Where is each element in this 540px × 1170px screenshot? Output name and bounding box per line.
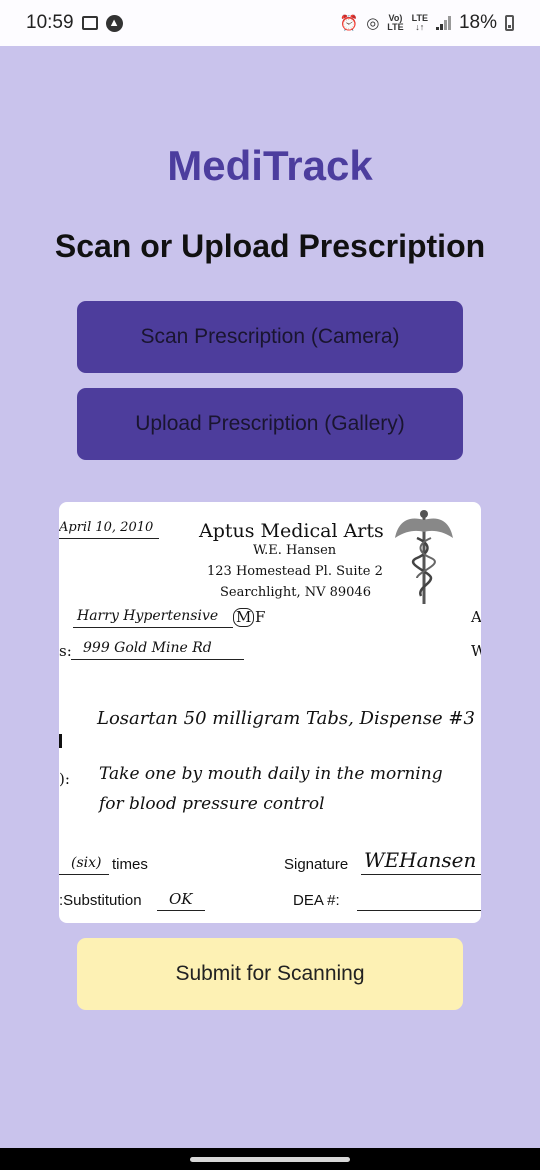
status-right: ⏰ ◎ Vo) LTE LTE ↓↑ 18% — [339, 12, 514, 34]
rx-practice-name: Aptus Medical Arts — [199, 520, 384, 542]
upload-prescription-button[interactable]: Upload Prescription (Gallery) — [77, 388, 463, 460]
lte-indicator: LTE ↓↑ — [412, 14, 428, 32]
screen-heading: Scan or Upload Prescription — [54, 228, 486, 264]
rx-date: April 10, 2010 — [59, 520, 154, 535]
gallery-notification-icon — [81, 16, 98, 30]
rx-sig-line2: for blood pressure control — [99, 794, 325, 814]
rx-dea-label: DEA #: — [293, 892, 340, 909]
submit-for-scanning-button[interactable]: Submit for Scanning — [77, 938, 463, 1010]
alarm-icon: ⏰ — [339, 15, 359, 32]
app-notification-icon: ▲ — [105, 14, 123, 32]
rx-dea-underline — [357, 910, 481, 911]
lte-arrows-text: ↓↑ — [415, 22, 425, 32]
navigation-bar — [0, 1148, 540, 1170]
rx-refill-count: (six) — [71, 855, 102, 871]
app-title: MediTrack — [167, 142, 373, 189]
scan-button-label: Scan Prescription (Camera) — [140, 325, 400, 348]
rx-address-prefix: s: — [59, 642, 72, 660]
rx-times-label: times — [112, 856, 148, 873]
rx-sig-prefix: ): — [59, 770, 70, 788]
submit-button-label: Submit for Scanning — [175, 962, 365, 985]
rx-patient-name: Harry Hypertensive — [77, 608, 219, 624]
rx-signature-label: Signature — [284, 856, 349, 873]
status-left: 10:59 ▲ — [26, 12, 123, 34]
hotspot-icon: ◎ — [366, 15, 380, 32]
rx-signature: WEHansen — [364, 848, 477, 872]
scan-prescription-button[interactable]: Scan Prescription (Camera) — [77, 301, 463, 373]
rx-address-line2: Searchlight, NV 89046 — [220, 585, 371, 600]
rx-patient-underline — [73, 627, 233, 628]
volte-indicator: Vo) LTE — [387, 14, 403, 32]
rx-address-line1: 123 Homestead Pl. Suite 2 — [207, 564, 383, 579]
rx-sig-line1: Take one by mouth daily in the morning — [99, 764, 443, 784]
rx-refill-underline — [59, 874, 109, 875]
rx-right-label-a: A — [471, 608, 481, 626]
rx-medication: Losartan 50 milligram Tabs, Dispense #3 — [97, 708, 475, 729]
rx-patient-address: 999 Gold Mine Rd — [83, 640, 212, 656]
prescription-image-preview: April 10, 2010 Aptus Medical Arts W.E. H… — [59, 502, 481, 923]
caduceus-icon — [395, 510, 453, 604]
battery-icon — [505, 15, 514, 31]
rx-address-underline — [71, 659, 244, 660]
rx-substitution-value: OK — [169, 890, 193, 908]
signal-strength-icon — [435, 16, 451, 30]
rx-doctor-name: W.E. Hansen — [253, 543, 337, 558]
rx-date-underline — [59, 538, 159, 539]
rx-sex-male: M — [233, 608, 255, 627]
home-gesture-handle[interactable] — [190, 1157, 350, 1162]
upload-button-label: Upload Prescription (Gallery) — [135, 412, 405, 435]
rx-substitution-underline — [157, 910, 205, 911]
rx-right-label-w: W — [471, 642, 481, 660]
rx-rx-mark — [59, 734, 70, 748]
status-bar: 10:59 ▲ ⏰ ◎ Vo) LTE LTE ↓↑ 18% — [0, 0, 540, 46]
status-time: 10:59 — [26, 12, 74, 33]
volte-bottom-text: LTE — [387, 22, 404, 32]
rx-sex-female: F — [255, 608, 266, 626]
rx-substitution-label: :Substitution — [59, 892, 142, 909]
battery-percent: 18% — [458, 12, 497, 33]
rx-signature-underline — [361, 874, 481, 875]
